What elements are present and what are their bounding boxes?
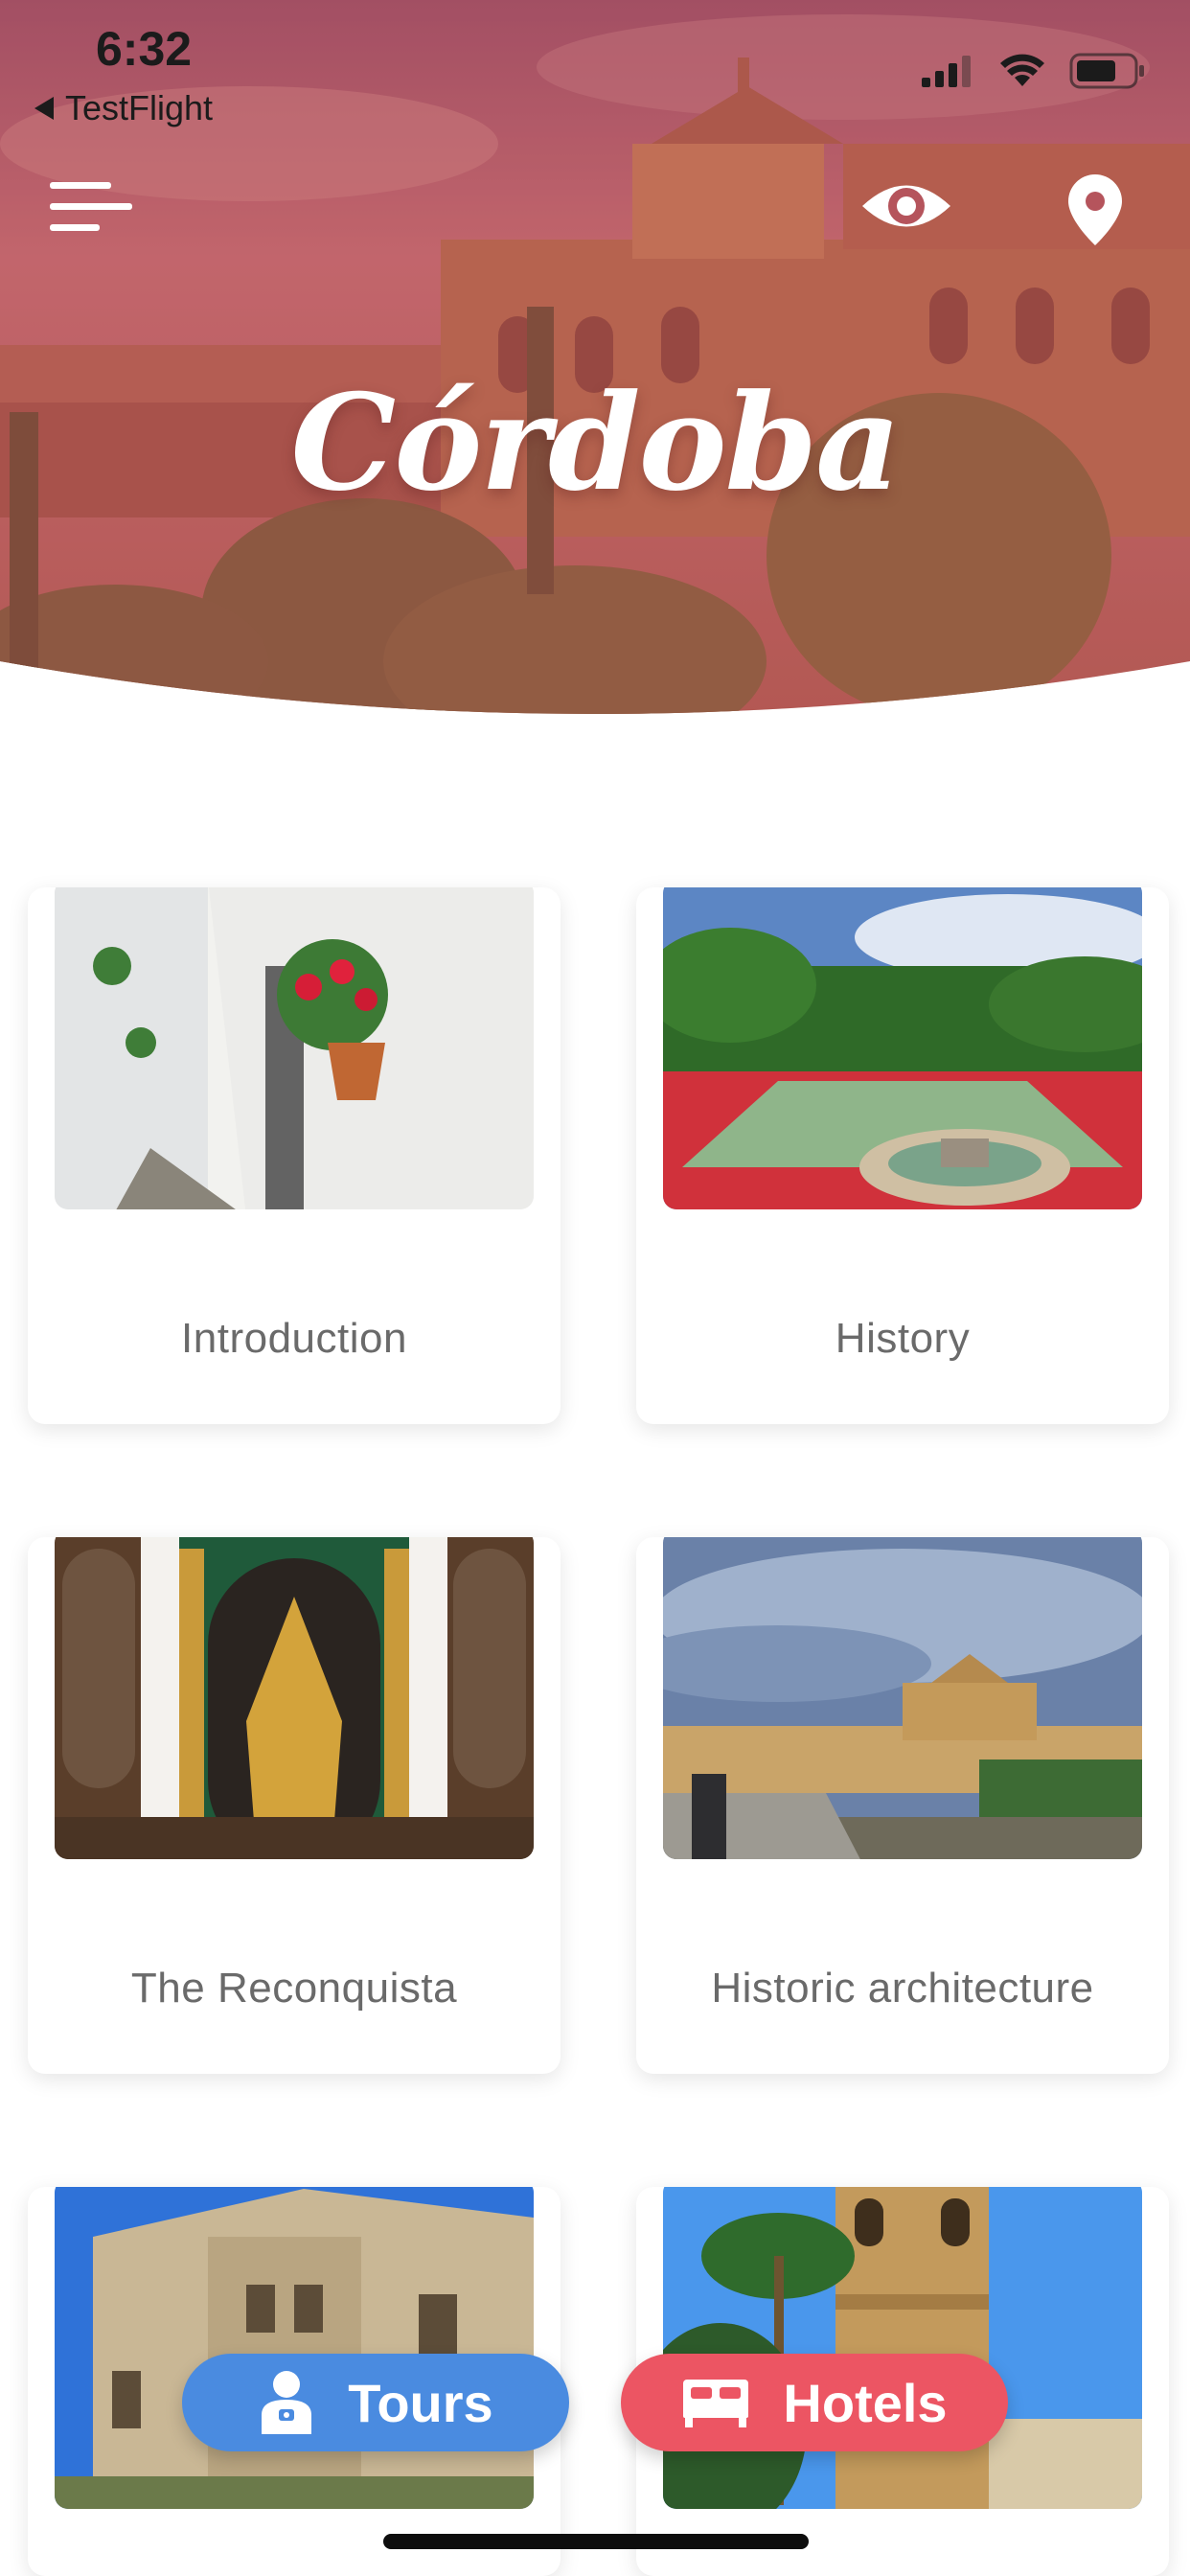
hero-header: 6:32 TestFlight Córdoba <box>0 0 1190 738</box>
eye-icon[interactable] <box>858 172 954 240</box>
cellular-signal-icon <box>922 56 971 87</box>
card-label: Historic architecture <box>711 1965 1094 2012</box>
card-image <box>663 1537 1142 1859</box>
status-icons <box>922 52 1146 90</box>
back-app-label: TestFlight <box>65 88 214 127</box>
hamburger-menu-icon[interactable] <box>50 178 132 236</box>
status-time: 6:32 <box>96 22 193 76</box>
bed-icon <box>683 2380 749 2427</box>
wifi-icon <box>1000 54 1044 86</box>
card-image <box>55 2187 534 2509</box>
card-image <box>663 887 1142 1209</box>
tours-button[interactable]: Tours <box>182 2354 569 2451</box>
card-image <box>55 887 534 1209</box>
battery-icon <box>1069 53 1144 89</box>
card-image <box>663 2187 1142 2509</box>
card-historic-architecture[interactable]: Historic architecture <box>636 1537 1169 2074</box>
card-label: History <box>835 1315 971 1362</box>
city-title: Córdoba <box>290 364 901 520</box>
card-image <box>55 1537 534 1859</box>
card-introduction[interactable]: Introduction <box>28 887 561 1424</box>
tour-guide-icon <box>262 2371 312 2434</box>
home-indicator[interactable] <box>383 2534 809 2549</box>
back-to-app-link[interactable]: TestFlight <box>34 88 213 128</box>
hotels-button[interactable]: Hotels <box>621 2354 1008 2451</box>
card-the-reconquista[interactable]: The Reconquista <box>28 1537 561 2074</box>
map-pin-icon[interactable] <box>1062 172 1129 247</box>
card-history[interactable]: History <box>636 887 1169 1424</box>
back-triangle-icon <box>34 97 54 120</box>
card-label: Introduction <box>181 1315 407 1362</box>
hotels-label: Hotels <box>783 2372 948 2433</box>
tours-label: Tours <box>348 2372 493 2433</box>
card-label: The Reconquista <box>130 1965 458 2012</box>
